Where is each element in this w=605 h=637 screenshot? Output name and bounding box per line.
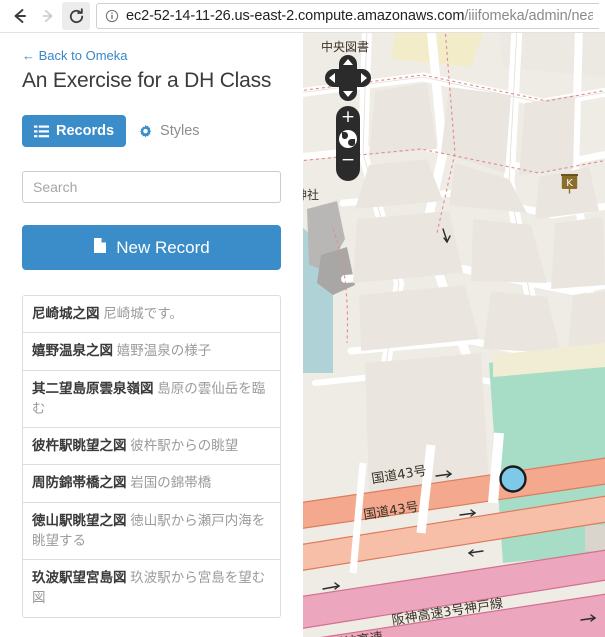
forward-button <box>34 2 62 30</box>
url-host: ec2-52-14-11-26.us-east-2.compute.amazon… <box>126 8 465 24</box>
zoom-out-button[interactable]: − <box>336 152 360 169</box>
map-pan-control[interactable] <box>325 55 371 101</box>
record-description: 岩国の錦帯橋 <box>130 475 212 491</box>
record-title: 徳山駅眺望之図 <box>32 512 127 528</box>
tab-records-label: Records <box>56 123 115 139</box>
record-list-item[interactable]: 嬉野温泉之図 嬉野温泉の様子 <box>23 333 280 371</box>
url-text: ec2-52-14-11-26.us-east-2.compute.amazon… <box>126 8 593 24</box>
svg-text:K: K <box>566 178 573 189</box>
record-list-item[interactable]: 玖波駅望宮島図 玖波駅から宮島を望む図 <box>23 560 280 617</box>
reload-button[interactable] <box>62 2 90 30</box>
site-info-icon[interactable] <box>105 9 119 23</box>
search-input[interactable] <box>22 171 281 203</box>
tab-records[interactable]: Records <box>22 115 127 147</box>
record-list-item[interactable]: 尼崎城之図 尼崎城です。 <box>23 296 280 334</box>
address-bar[interactable]: ec2-52-14-11-26.us-east-2.compute.amazon… <box>96 3 599 29</box>
document-icon <box>93 237 107 259</box>
tab-styles-label: Styles <box>160 123 200 139</box>
record-title: 尼崎城之図 <box>32 306 100 321</box>
record-description: 彼杵駅からの眺望 <box>130 438 239 453</box>
record-list-item[interactable]: 其二望島原雲泉嶺図 島原の雲仙岳を臨む <box>23 370 280 428</box>
record-list: 尼崎城之図 尼崎城です。 嬉野温泉之図 嬉野温泉の様子 其二望島原雲泉嶺図 島原… <box>22 295 281 618</box>
browser-toolbar: ec2-52-14-11-26.us-east-2.compute.amazon… <box>0 0 605 33</box>
record-list-item[interactable]: 周防錦帯橋之図 岩国の錦帯橋 <box>23 465 280 503</box>
page-title: An Exercise for a DH Class <box>22 69 272 92</box>
record-title: 玖波駅望宮島図 <box>32 570 127 585</box>
globe-icon[interactable] <box>339 130 357 148</box>
record-description: 嬉野温泉の様子 <box>116 343 212 359</box>
new-record-label: New Record <box>116 237 210 257</box>
tab-styles[interactable]: Styles <box>136 115 212 147</box>
page-body: ← Back to Omeka An Exercise for a DH Cla… <box>0 33 605 637</box>
back-button[interactable] <box>6 2 34 30</box>
reload-icon <box>69 7 83 23</box>
pan-down-arrow-icon[interactable] <box>343 91 353 97</box>
new-record-button[interactable]: New Record <box>22 225 281 270</box>
neatline-map[interactable]: K 中央図書 神社 国道43号 国道43号 阪神高速3号神戸線 阪神高速 + − <box>303 33 605 637</box>
record-list-item[interactable]: 徳山駅眺望之図 徳山駅から瀬戸内海を眺望する <box>23 502 280 560</box>
temple-poi-icon[interactable]: K <box>561 173 578 194</box>
record-title: 周防錦帯橋之図 <box>32 475 127 491</box>
record-description: 尼崎城です。 <box>103 306 183 321</box>
back-to-omeka-link[interactable]: ← Back to Omeka <box>22 48 127 63</box>
forward-arrow-icon <box>42 10 53 22</box>
pan-up-arrow-icon[interactable] <box>343 59 353 65</box>
record-title: 嬉野温泉之図 <box>32 343 113 359</box>
record-title: 彼杵駅眺望之図 <box>32 438 127 453</box>
list-icon <box>34 125 49 138</box>
pan-right-arrow-icon[interactable] <box>361 73 367 83</box>
map-zoom-control[interactable]: + − <box>336 106 360 181</box>
editor-tabs: Records Styles <box>22 115 281 147</box>
url-path: /iiifomeka/admin/neatline <box>464 8 593 24</box>
pan-left-arrow-icon[interactable] <box>329 73 335 83</box>
neatline-editor-sidebar: ← Back to Omeka An Exercise for a DH Cla… <box>0 33 303 637</box>
zoom-in-button[interactable]: + <box>336 109 360 126</box>
record-title: 其二望島原雲泉嶺図 <box>32 380 154 396</box>
record-list-item[interactable]: 彼杵駅眺望之図 彼杵駅からの眺望 <box>23 428 280 466</box>
gear-icon <box>138 124 153 139</box>
back-arrow-icon <box>14 9 26 23</box>
